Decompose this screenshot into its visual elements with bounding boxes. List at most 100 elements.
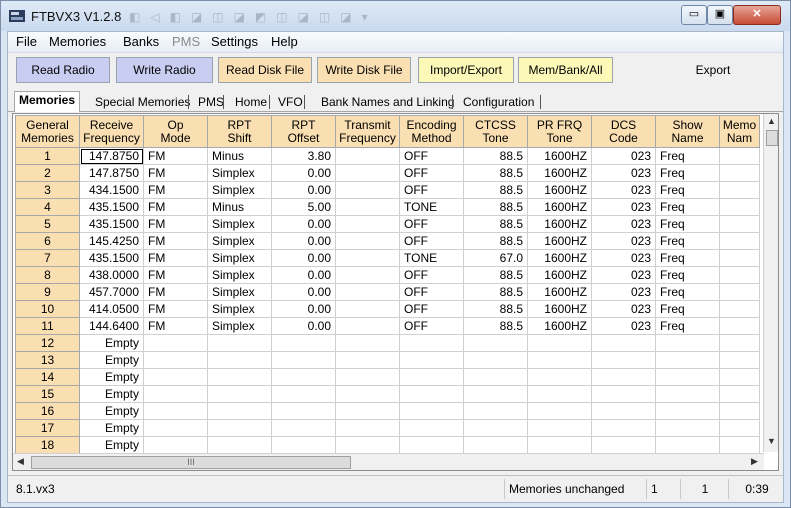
grid-cell[interactable]: Empty	[79, 385, 144, 403]
row-header[interactable]: 18	[15, 436, 80, 454]
menu-banks[interactable]: Banks	[123, 34, 159, 49]
table-row[interactable]: 6 145.4250 FM Simplex 0.00 OFF 88.5 1600HZ 023 Fr…	[15, 232, 760, 250]
grid-cell[interactable]: 023	[591, 300, 656, 318]
grid-cell[interactable]: 438.0000	[79, 266, 144, 284]
grid-cell[interactable]	[271, 368, 336, 386]
column-header[interactable]: PR FRQ Tone	[527, 115, 592, 148]
column-header[interactable]: General Memories	[15, 115, 80, 148]
grid-cell[interactable]: 435.1500	[79, 249, 144, 267]
grid-cell[interactable]	[143, 368, 208, 386]
row-header[interactable]: 14	[15, 368, 80, 386]
grid-cell[interactable]	[399, 385, 464, 403]
grid-cell[interactable]	[399, 334, 464, 352]
row-header[interactable]: 3	[15, 181, 80, 199]
grid-cell[interactable]: 0.00	[271, 283, 336, 301]
grid-cell[interactable]	[335, 283, 400, 301]
grid-cell[interactable]	[463, 351, 528, 369]
grid-cell[interactable]	[591, 402, 656, 420]
grid-cell[interactable]	[527, 351, 592, 369]
table-row[interactable]: 1 147.8750 FM Minus 3.80 OFF 88.5 1600HZ 023 Freq	[15, 147, 760, 165]
column-header[interactable]: Memo Nam	[719, 115, 760, 148]
grid-cell[interactable]: Simplex	[207, 317, 272, 335]
table-row[interactable]: 16 Empty	[15, 402, 760, 420]
column-header[interactable]: RPT Offset	[271, 115, 336, 148]
grid-cell[interactable]: 457.7000	[79, 283, 144, 301]
grid-cell[interactable]	[335, 215, 400, 233]
grid-cell[interactable]	[143, 334, 208, 352]
grid-cell[interactable]	[271, 334, 336, 352]
grid-cell[interactable]: Freq	[655, 232, 720, 250]
row-header[interactable]: 11	[15, 317, 80, 335]
horizontal-scrollbar[interactable]: ◀ III ▶	[13, 453, 764, 470]
grid-cell[interactable]: FM	[143, 266, 208, 284]
grid-cell[interactable]	[399, 419, 464, 437]
grid-cell[interactable]	[335, 317, 400, 335]
column-header[interactable]: Transmit Frequency	[335, 115, 400, 148]
grid-cell[interactable]	[719, 300, 760, 318]
grid-cell[interactable]	[527, 334, 592, 352]
grid-cell[interactable]	[719, 198, 760, 216]
grid-cell[interactable]	[591, 334, 656, 352]
grid-cell[interactable]	[655, 351, 720, 369]
grid-cell[interactable]	[527, 436, 592, 454]
grid-cell[interactable]: Simplex	[207, 300, 272, 318]
grid-cell[interactable]: 0.00	[271, 164, 336, 182]
grid-cell[interactable]	[719, 334, 760, 352]
grid-cell[interactable]: FM	[143, 283, 208, 301]
grid-cell[interactable]: Freq	[655, 266, 720, 284]
grid-cell[interactable]	[591, 385, 656, 403]
grid-cell[interactable]: OFF	[399, 266, 464, 284]
grid-cell[interactable]	[719, 147, 760, 165]
grid-cell[interactable]	[271, 385, 336, 403]
grid-cell[interactable]	[591, 351, 656, 369]
grid-cell[interactable]	[399, 351, 464, 369]
grid-cell[interactable]	[527, 402, 592, 420]
table-row[interactable]: 9 457.7000 FM Simplex 0.00 OFF 88.5 1600HZ 023 Fr…	[15, 283, 760, 301]
grid-cell[interactable]: 434.1500	[79, 181, 144, 199]
table-row[interactable]: 8 438.0000 FM Simplex 0.00 OFF 88.5 1600HZ 023 Fr…	[15, 266, 760, 284]
tab-configuration[interactable]: Configuration	[458, 93, 539, 111]
grid-cell[interactable]: FM	[143, 198, 208, 216]
grid-cell[interactable]: 1600HZ	[527, 164, 592, 182]
grid-cell[interactable]: 0.00	[271, 266, 336, 284]
grid-cell[interactable]: 88.5	[463, 283, 528, 301]
row-header[interactable]: 2	[15, 164, 80, 182]
maximize-button[interactable]: ▣	[707, 5, 733, 25]
grid-cell[interactable]: 0.00	[271, 215, 336, 233]
import-export-button[interactable]: Import/Export	[418, 57, 514, 83]
row-header[interactable]: 1	[15, 147, 80, 165]
grid-cell[interactable]: 023	[591, 164, 656, 182]
tab-vfo[interactable]: VFO	[273, 93, 308, 111]
menu-file[interactable]: File	[16, 34, 37, 49]
grid-cell[interactable]	[463, 385, 528, 403]
grid-cell[interactable]	[399, 436, 464, 454]
grid-cell[interactable]: Simplex	[207, 249, 272, 267]
grid-cell[interactable]: FM	[143, 164, 208, 182]
grid-cell[interactable]	[335, 147, 400, 165]
column-header[interactable]: Encoding Method	[399, 115, 464, 148]
grid-cell[interactable]	[463, 368, 528, 386]
grid-cell[interactable]	[207, 368, 272, 386]
scroll-down-icon[interactable]: ▼	[767, 436, 776, 446]
grid-cell[interactable]: OFF	[399, 181, 464, 199]
grid-cell[interactable]: TONE	[399, 249, 464, 267]
grid-cell[interactable]	[719, 436, 760, 454]
grid-cell[interactable]	[335, 164, 400, 182]
grid-cell[interactable]	[335, 419, 400, 437]
grid-cell[interactable]: OFF	[399, 164, 464, 182]
grid-cell[interactable]: Minus	[207, 147, 272, 165]
column-header[interactable]: Receive Frequency	[79, 115, 144, 148]
grid-cell[interactable]: 0.00	[271, 181, 336, 199]
grid-cell[interactable]: 88.5	[463, 147, 528, 165]
grid-cell[interactable]: Simplex	[207, 181, 272, 199]
row-header[interactable]: 7	[15, 249, 80, 267]
menu-pms[interactable]: PMS	[172, 34, 200, 49]
grid-cell[interactable]: 0.00	[271, 249, 336, 267]
grid-cell[interactable]: 023	[591, 147, 656, 165]
scroll-right-icon[interactable]: ▶	[751, 456, 758, 467]
table-row[interactable]: 13 Empty	[15, 351, 760, 369]
table-row[interactable]: 2 147.8750 FM Simplex 0.00 OFF 88.5 1600HZ 023 Fr…	[15, 164, 760, 182]
horizontal-scroll-thumb[interactable]: III	[31, 456, 351, 469]
menu-help[interactable]: Help	[271, 34, 298, 49]
grid-cell[interactable]: 0.00	[271, 232, 336, 250]
